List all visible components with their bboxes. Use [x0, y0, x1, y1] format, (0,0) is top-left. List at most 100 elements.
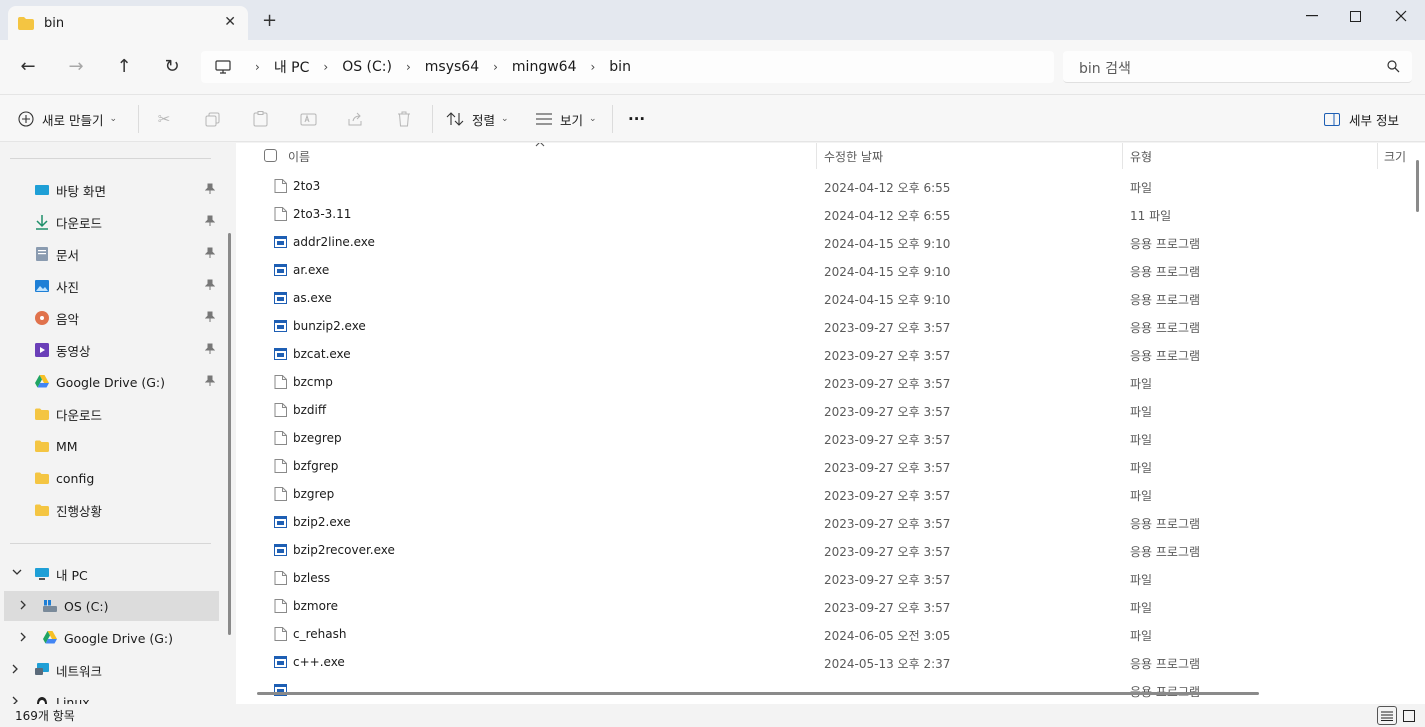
column-divider[interactable]	[1122, 143, 1123, 169]
file-row[interactable]: bzdiff 2023-09-27 오후 3:57 파일	[236, 396, 1406, 424]
sort-button[interactable]: 정렬 ⌄	[446, 109, 509, 129]
new-button-label: 새로 만들기	[42, 112, 104, 128]
search-input[interactable]: bin 검색	[1063, 51, 1412, 83]
delete-button[interactable]	[394, 109, 414, 129]
back-button[interactable]: ←	[16, 56, 40, 78]
folder-icon	[35, 472, 49, 484]
chevron-right-icon[interactable]	[20, 600, 27, 613]
view-button[interactable]: 보기 ⌄	[536, 109, 597, 129]
file-date: 2023-09-27 오후 3:57	[824, 601, 951, 615]
column-divider[interactable]	[1377, 143, 1378, 169]
sidebar-scrollbar[interactable]	[228, 233, 231, 635]
cut-button[interactable]: ✂	[154, 109, 174, 129]
refresh-button[interactable]: ↻	[160, 56, 184, 78]
maximize-button[interactable]	[1345, 6, 1365, 26]
tab-bin[interactable]: bin ✕	[8, 6, 248, 40]
pin-icon	[204, 343, 216, 357]
sidebar-item-desktop[interactable]: 바탕 화면	[0, 175, 219, 205]
new-button[interactable]: 새로 만들기 ⌄	[18, 109, 117, 129]
details-pane-button[interactable]: 세부 정보	[1324, 109, 1399, 129]
file-row[interactable]: bzless 2023-09-27 오후 3:57 파일	[236, 564, 1406, 592]
tiles-view-button[interactable]	[1399, 706, 1419, 725]
file-row[interactable]: c++.exe 2024-05-13 오후 2:37 응용 프로그램	[236, 648, 1406, 676]
column-date[interactable]: 수정한 날짜	[824, 148, 883, 165]
chevron-down-icon[interactable]	[12, 568, 22, 579]
sidebar-item-google-drive-g[interactable]: Google Drive (G:)	[0, 623, 219, 653]
breadcrumb-separator[interactable]: ›	[590, 60, 595, 74]
navigation-pane: 바탕 화면 다운로드 문서 사진 음악 동영상 Google Drive (G:…	[0, 143, 230, 704]
sidebar-item-label: 음악	[56, 311, 80, 327]
chevron-right-icon[interactable]	[20, 632, 27, 645]
sidebar-item-folder-config[interactable]: config	[0, 463, 219, 493]
sidebar-item-folder-mm[interactable]: MM	[0, 431, 219, 461]
breadcrumb-separator[interactable]: ›	[493, 60, 498, 74]
column-size[interactable]: 크기	[1384, 148, 1406, 165]
close-window-button[interactable]	[1391, 6, 1411, 26]
os-drive-icon	[43, 600, 57, 612]
copy-button[interactable]	[202, 109, 222, 129]
file-row[interactable]: bzip2recover.exe 2023-09-27 오후 3:57 응용 프로그…	[236, 536, 1406, 564]
up-button[interactable]: ↑	[112, 56, 136, 78]
file-row[interactable]: bzgrep 2023-09-27 오후 3:57 파일	[236, 480, 1406, 508]
breadcrumb-my-pc[interactable]: 내 PC	[274, 57, 310, 77]
file-row[interactable]: bzfgrep 2023-09-27 오후 3:57 파일	[236, 452, 1406, 480]
file-name: bunzip2.exe	[293, 319, 366, 333]
forward-button[interactable]: →	[64, 56, 88, 78]
file-type: 파일	[1130, 405, 1153, 419]
sidebar-item-os-c[interactable]: OS (C:)	[4, 591, 219, 621]
application-icon	[274, 291, 287, 305]
vertical-scrollbar[interactable]	[1416, 160, 1419, 212]
sidebar-item-folder-progress[interactable]: 진행상황	[0, 495, 219, 525]
sidebar-item-folder-downloads[interactable]: 다운로드	[0, 399, 219, 429]
column-name[interactable]: 이름	[288, 148, 310, 165]
sidebar-item-my-pc[interactable]: 내 PC	[0, 559, 219, 589]
sidebar-item-documents[interactable]: 문서	[0, 239, 219, 269]
sidebar-item-linux[interactable]: Linux	[0, 687, 219, 704]
tab-close-button[interactable]: ✕	[224, 14, 236, 30]
breadcrumb-separator[interactable]: ›	[406, 60, 411, 74]
details-view-icon	[1381, 711, 1393, 721]
breadcrumb-bin[interactable]: bin	[609, 59, 631, 75]
file-row[interactable]: bunzip2.exe 2023-09-27 오후 3:57 응용 프로그램	[236, 312, 1406, 340]
file-row[interactable]: bzegrep 2023-09-27 오후 3:57 파일	[236, 424, 1406, 452]
chevron-right-icon[interactable]	[12, 696, 19, 704]
breadcrumb-separator[interactable]: ›	[323, 60, 328, 74]
file-row[interactable]: bzip2.exe 2023-09-27 오후 3:57 응용 프로그램	[236, 508, 1406, 536]
file-row[interactable]: ar.exe 2024-04-15 오후 9:10 응용 프로그램	[236, 256, 1406, 284]
address-bar[interactable]: › 내 PC › OS (C:) › msys64 › mingw64 › bi…	[201, 51, 1054, 83]
file-row[interactable]: addr2line.exe 2024-04-15 오후 9:10 응용 프로그램	[236, 228, 1406, 256]
paste-button[interactable]	[250, 109, 270, 129]
share-button[interactable]	[346, 109, 366, 129]
breadcrumb-msys64[interactable]: msys64	[425, 59, 479, 75]
more-options-button[interactable]: ···	[628, 109, 645, 129]
column-divider[interactable]	[816, 143, 817, 169]
file-row[interactable]: bzmore 2023-09-27 오후 3:57 파일	[236, 592, 1406, 620]
details-view-button[interactable]	[1377, 706, 1397, 725]
file-name: c_rehash	[293, 627, 347, 641]
sidebar-item-music[interactable]: 음악	[0, 303, 219, 333]
breadcrumb-mingw64[interactable]: mingw64	[512, 59, 577, 75]
select-all-checkbox[interactable]	[264, 149, 277, 162]
sidebar-item-network[interactable]: 네트워크	[0, 655, 219, 685]
file-row[interactable]: bzcat.exe 2023-09-27 오후 3:57 응용 프로그램	[236, 340, 1406, 368]
sidebar-item-downloads[interactable]: 다운로드	[0, 207, 219, 237]
file-row[interactable]: 2to3-3.11 2024-04-12 오후 6:55 11 파일	[236, 200, 1406, 228]
chevron-right-icon[interactable]	[12, 664, 19, 677]
file-row[interactable]: c_rehash 2024-06-05 오전 3:05 파일	[236, 620, 1406, 648]
sidebar-item-pictures[interactable]: 사진	[0, 271, 219, 301]
minimize-button[interactable]	[1302, 6, 1322, 26]
item-count: 169개 항목	[15, 709, 75, 723]
breadcrumb-os-c[interactable]: OS (C:)	[342, 59, 392, 75]
column-type[interactable]: 유형	[1130, 148, 1152, 165]
file-row[interactable]: as.exe 2024-04-15 오후 9:10 응용 프로그램	[236, 284, 1406, 312]
file-row[interactable]: bzcmp 2023-09-27 오후 3:57 파일	[236, 368, 1406, 396]
rename-button[interactable]	[298, 109, 318, 129]
sidebar-item-videos[interactable]: 동영상	[0, 335, 219, 365]
sidebar-item-google-drive[interactable]: Google Drive (G:)	[0, 367, 219, 397]
new-tab-button[interactable]: +	[262, 12, 277, 30]
file-date: 2023-09-27 오후 3:57	[824, 545, 951, 559]
horizontal-scrollbar[interactable]	[257, 692, 1259, 695]
file-row[interactable]: 2to3 2024-04-12 오후 6:55 파일	[236, 172, 1406, 200]
file-row[interactable]: 응용 프로그램	[236, 676, 1406, 704]
sidebar-item-label: Google Drive (G:)	[56, 374, 166, 390]
